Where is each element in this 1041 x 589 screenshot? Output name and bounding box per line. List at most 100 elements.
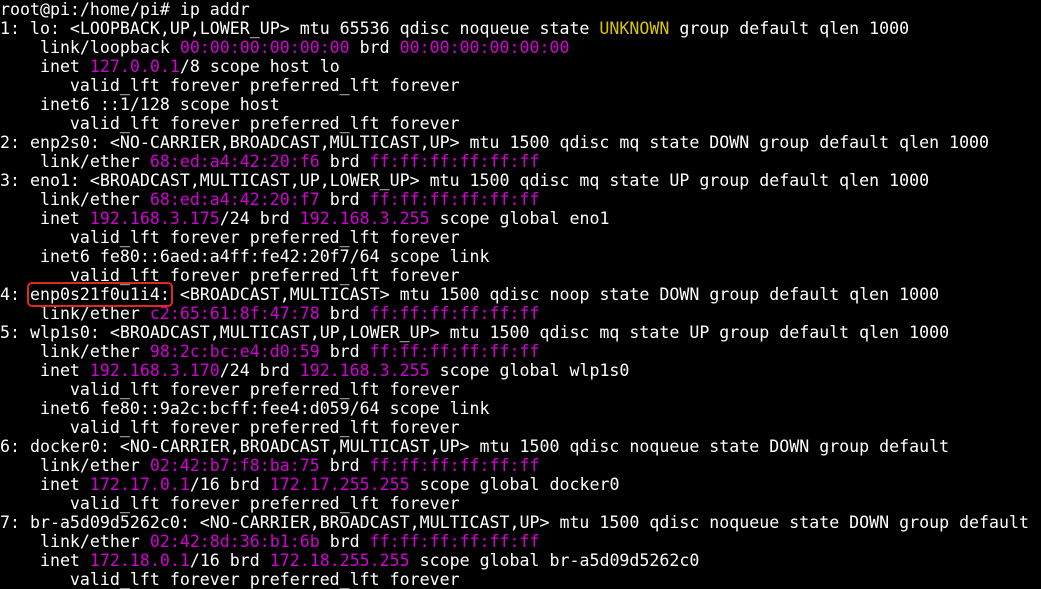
terminal-line: link/ether 02:42:8d:36:b1:6b brd ff:ff:f… — [0, 532, 1041, 551]
terminal-text: inet6 fe80::9a2c:bcff:fee4:d059/64 scope… — [0, 399, 490, 418]
terminal-text: inet — [0, 551, 90, 570]
terminal-line: link/loopback 00:00:00:00:00:00 brd 00:0… — [0, 38, 1041, 57]
terminal-line: inet 172.18.0.1/16 brd 172.18.255.255 sc… — [0, 551, 1041, 570]
terminal-text: valid_lft forever preferred_lft forever — [0, 266, 460, 285]
terminal-text: scope global eno1 — [429, 209, 610, 228]
ip-address: 172.18.0.1 — [89, 551, 190, 570]
terminal-line: link/ether 98:2c:bc:e4:d0:59 brd ff:ff:f… — [0, 342, 1041, 361]
terminal-text: brd — [319, 304, 370, 323]
terminal-line: inet6 fe80::6aed:a4ff:fe42:20f7/64 scope… — [0, 247, 1041, 266]
terminal-line: inet6 ::1/128 scope host — [0, 95, 1041, 114]
terminal-line: link/ether 68:ed:a4:42:20:f7 brd ff:ff:f… — [0, 190, 1041, 209]
terminal-text: brd — [349, 38, 400, 57]
terminal-text: /8 scope host lo — [179, 57, 340, 76]
terminal-text: /16 brd — [189, 475, 270, 494]
terminal-line: link/ether c2:65:61:8f:47:78 brd ff:ff:f… — [0, 304, 1041, 323]
terminal-text: link/ether — [0, 190, 150, 209]
mac-address: 00:00:00:00:00:00 — [399, 38, 570, 57]
terminal-text: inet — [0, 209, 90, 228]
terminal-text: inet — [0, 361, 90, 380]
terminal-text: valid_lft forever preferred_lft forever — [0, 570, 460, 589]
ip-address: 172.17.255.255 — [269, 475, 410, 494]
terminal-text: inet — [0, 57, 90, 76]
ip-address: 192.168.3.255 — [299, 361, 430, 380]
mac-address: 98:2c:bc:e4:d0:59 — [149, 342, 320, 361]
terminal-text: brd — [319, 342, 370, 361]
terminal-line: 2: enp2s0: <NO-CARRIER,BROADCAST,MULTICA… — [0, 133, 1041, 152]
mac-address: ff:ff:ff:ff:ff:ff — [369, 532, 540, 551]
mac-address: 68:ed:a4:42:20:f6 — [149, 152, 320, 171]
terminal-line: inet 127.0.0.1/8 scope host lo — [0, 57, 1041, 76]
terminal-text: link/ether — [0, 532, 150, 551]
terminal-line: 1: lo: <LOOPBACK,UP,LOWER_UP> mtu 65536 … — [0, 19, 1041, 38]
mac-address: 02:42:8d:36:b1:6b — [149, 532, 320, 551]
terminal-text: /24 brd — [219, 209, 300, 228]
terminal-text: 7: br-a5d09d5262c0: <NO-CARRIER,BROADCAS… — [0, 513, 1029, 532]
terminal-line: valid_lft forever preferred_lft forever — [0, 494, 1041, 513]
mac-address: ff:ff:ff:ff:ff:ff — [369, 304, 540, 323]
terminal-text: <BROADCAST,MULTICAST> mtu 1500 qdisc noo… — [169, 285, 940, 304]
terminal-text: valid_lft forever preferred_lft forever — [0, 380, 460, 399]
mac-address: 02:42:b7:f8:ba:75 — [149, 456, 320, 475]
mac-address: ff:ff:ff:ff:ff:ff — [369, 152, 540, 171]
terminal-line: root@pi:/home/pi# ip addr — [0, 0, 1041, 19]
terminal-text: brd — [319, 532, 370, 551]
terminal-line: 3: eno1: <BROADCAST,MULTICAST,UP,LOWER_U… — [0, 171, 1041, 190]
terminal-text: brd — [319, 456, 370, 475]
terminal-line: 7: br-a5d09d5262c0: <NO-CARRIER,BROADCAS… — [0, 513, 1041, 532]
terminal-text: valid_lft forever preferred_lft forever — [0, 114, 460, 133]
ip-address: 192.168.3.170 — [89, 361, 220, 380]
terminal-text: scope global br-a5d09d5262c0 — [409, 551, 700, 570]
terminal-text: inet — [0, 475, 90, 494]
terminal-text: link/ether — [0, 342, 150, 361]
terminal-text: link/ether — [0, 304, 150, 323]
terminal-text: inet6 ::1/128 scope host — [0, 95, 280, 114]
terminal-line: valid_lft forever preferred_lft forever — [0, 114, 1041, 133]
terminal-text: brd — [319, 152, 370, 171]
terminal-line: 6: docker0: <NO-CARRIER,BROADCAST,MULTIC… — [0, 437, 1041, 456]
terminal-output[interactable]: root@pi:/home/pi# ip addr 1: lo: <LOOPBAC… — [0, 0, 1041, 589]
ip-address: 192.168.3.175 — [89, 209, 220, 228]
terminal-text: 1: lo: <LOOPBACK,UP,LOWER_UP> mtu 65536 … — [0, 19, 600, 38]
terminal-line: valid_lft forever preferred_lft forever — [0, 76, 1041, 95]
terminal-text: link/ether — [0, 152, 150, 171]
mac-address: 68:ed:a4:42:20:f7 — [149, 190, 320, 209]
terminal-text: inet6 fe80::6aed:a4ff:fe42:20f7/64 scope… — [0, 247, 490, 266]
ip-address: 172.17.0.1 — [89, 475, 190, 494]
terminal-line: valid_lft forever preferred_lft forever — [0, 418, 1041, 437]
terminal-text: /24 brd — [219, 361, 300, 380]
terminal-text: 5: wlp1s0: <BROADCAST,MULTICAST,UP,LOWER… — [0, 323, 950, 342]
highlighted-interface-name: enp0s21f0u1i4: — [26, 282, 173, 307]
state-label: UNKNOWN — [599, 19, 670, 38]
terminal-text: link/ether — [0, 456, 150, 475]
terminal-line: link/ether 02:42:b7:f8:ba:75 brd ff:ff:f… — [0, 456, 1041, 475]
terminal-text: 3: eno1: <BROADCAST,MULTICAST,UP,LOWER_U… — [0, 171, 930, 190]
terminal-line: valid_lft forever preferred_lft forever — [0, 266, 1041, 285]
ip-address: 172.18.255.255 — [269, 551, 410, 570]
terminal-line: inet 172.17.0.1/16 brd 172.17.255.255 sc… — [0, 475, 1041, 494]
terminal-line: inet 192.168.3.175/24 brd 192.168.3.255 … — [0, 209, 1041, 228]
terminal-line: valid_lft forever preferred_lft forever — [0, 380, 1041, 399]
terminal-line: 4: enp0s21f0u1i4: <BROADCAST,MULTICAST> … — [0, 282, 1041, 307]
terminal-text: valid_lft forever preferred_lft forever — [0, 228, 460, 247]
terminal-text: root@pi:/home/pi# ip addr — [0, 0, 250, 19]
terminal-text: brd — [319, 190, 370, 209]
mac-address: 00:00:00:00:00:00 — [179, 38, 350, 57]
terminal-text: link/loopback — [0, 38, 180, 57]
terminal-text: 2: enp2s0: <NO-CARRIER,BROADCAST,MULTICA… — [0, 133, 990, 152]
terminal-text: /16 brd — [189, 551, 270, 570]
terminal-line: 5: wlp1s0: <BROADCAST,MULTICAST,UP,LOWER… — [0, 323, 1041, 342]
mac-address: ff:ff:ff:ff:ff:ff — [369, 456, 540, 475]
terminal-line: valid_lft forever preferred_lft forever — [0, 570, 1041, 589]
terminal-text: valid_lft forever preferred_lft forever — [0, 76, 460, 95]
mac-address: ff:ff:ff:ff:ff:ff — [369, 342, 540, 361]
terminal-text: valid_lft forever preferred_lft forever — [0, 418, 460, 437]
terminal-text: 6: docker0: <NO-CARRIER,BROADCAST,MULTIC… — [0, 437, 950, 456]
terminal-text: 4: — [0, 285, 30, 304]
terminal-line: inet 192.168.3.170/24 brd 192.168.3.255 … — [0, 361, 1041, 380]
terminal-line: link/ether 68:ed:a4:42:20:f6 brd ff:ff:f… — [0, 152, 1041, 171]
ip-address: 127.0.0.1 — [89, 57, 180, 76]
terminal-text: group default qlen 1000 — [669, 19, 910, 38]
ip-address: 192.168.3.255 — [299, 209, 430, 228]
mac-address: c2:65:61:8f:47:78 — [149, 304, 320, 323]
